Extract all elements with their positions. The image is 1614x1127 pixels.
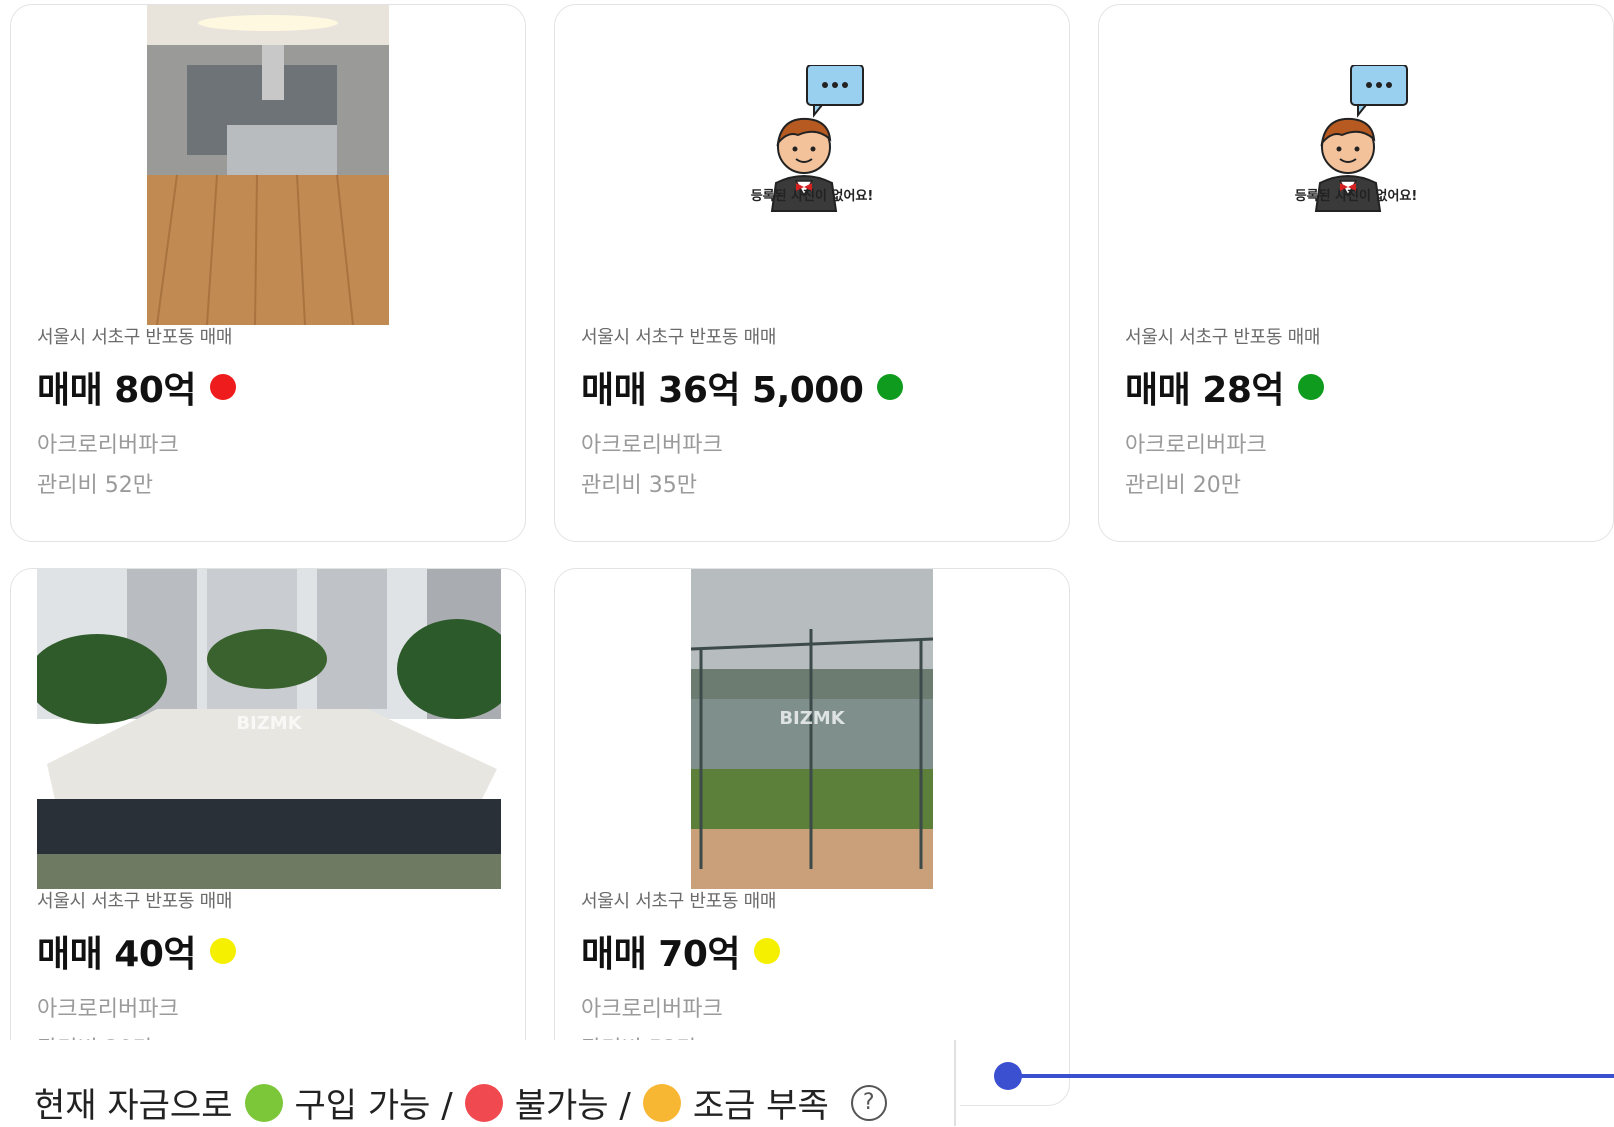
legend-short-label: 조금 부족 [692,1086,829,1126]
complex-name: 아크로리버파크 [37,433,179,458]
legend-prefix: 현재 자금으로 [34,1086,233,1126]
svg-text:BIZMK: BIZMK [779,708,845,729]
svg-text:BIZMK: BIZMK [236,713,302,734]
listing-card[interactable]: 등록된 사진이 없어요! 서울시 서초구 반포동 매매 매매 28억 아크로리버… [1098,4,1614,542]
listing-card[interactable]: 서울시 서초구 반포동 매매 매매 80억 아크로리버파크 관리비 52만 [10,4,526,542]
listing-location: 서울시 서초구 반포동 매매 [581,327,777,348]
affordability-status-dot [1298,374,1324,400]
listing-price: 매매 40억 [37,934,197,975]
no-photo-message: 등록된 사진이 없어요! [1294,189,1418,204]
complex-name: 아크로리버파크 [581,433,723,458]
listing-location: 서울시 서초구 반포동 매매 [37,891,233,912]
listing-location: 서울시 서초구 반포동 매매 [581,891,777,912]
no-photo-message: 등록된 사진이 없어요! [750,189,874,204]
complex-name: 아크로리버파크 [581,997,723,1022]
no-photo-placeholder [555,64,1069,265]
affordability-legend: 현재 자금으로 구입 가능 / 불가능 / 조금 부족 ? [0,1040,960,1126]
legend-short-dot [642,1083,681,1122]
divider [954,1040,956,1126]
affordability-status-dot [210,374,236,400]
legend-available-label: 구입 가능 / [294,1086,453,1126]
listing-location: 서울시 서초구 반포동 매매 [1125,327,1321,348]
maintenance-fee: 관리비 20만 [1125,473,1241,498]
help-icon[interactable]: ? [850,1084,887,1121]
listing-card[interactable]: BIZMK 서울시 서초구 반포동 매매 매매 70억 아크로리버파크 관리비 … [554,568,1070,1106]
complex-name: 아크로리버파크 [1125,433,1267,458]
affordability-status-dot [754,938,780,964]
maintenance-fee: 관리비 35만 [581,473,697,498]
listing-photo: BIZMK [691,569,933,889]
complex-name: 아크로리버파크 [37,997,179,1022]
listing-photo [147,5,389,325]
listing-price: 매매 28억 [1125,370,1285,411]
affordability-status-dot [877,374,904,400]
listing-card[interactable]: 등록된 사진이 없어요! 서울시 서초구 반포동 매매 매매 36억 5,000… [554,4,1070,542]
listing-price: 매매 36억 5,000 [581,370,864,411]
legend-available-dot [244,1083,283,1122]
legend-unavailable-label: 불가능 / [514,1086,631,1126]
listing-card[interactable]: BIZMK 서울시 서초구 반포동 매매 매매 40억 아크로리버파크 관리비 … [10,568,526,1106]
listing-price: 매매 70억 [581,934,741,975]
maintenance-fee: 관리비 52만 [37,473,153,498]
listing-price: 매매 80억 [37,370,197,411]
budget-slider-track[interactable] [1008,1074,1614,1078]
listing-location: 서울시 서초구 반포동 매매 [37,327,233,348]
budget-slider-handle[interactable] [994,1062,1022,1090]
legend-unavailable-dot [464,1083,503,1122]
listing-photo: BIZMK [37,569,501,889]
affordability-status-dot [210,938,236,964]
no-photo-placeholder [1099,64,1613,265]
